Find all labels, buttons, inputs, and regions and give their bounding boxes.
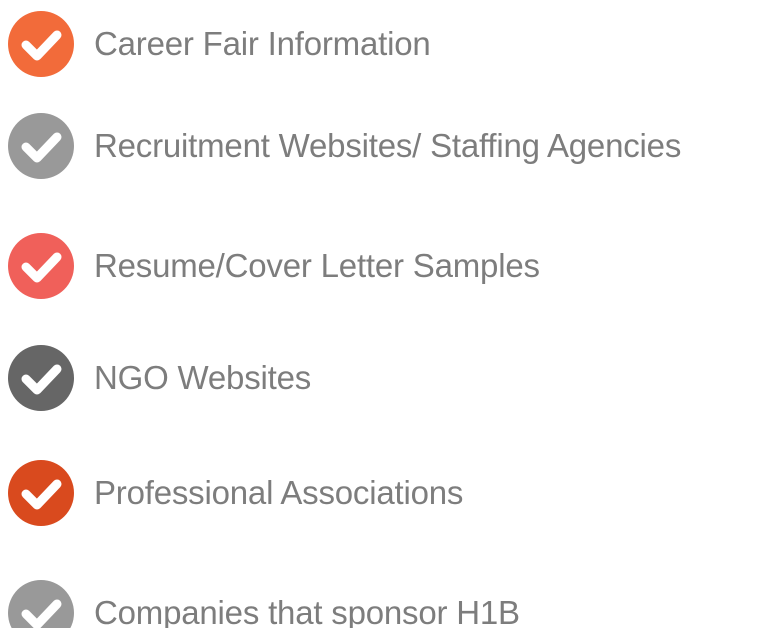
list-item-label: Companies that sponsor H1B [94,594,520,628]
list-item-companies-h1b[interactable]: Companies that sponsor H1B [0,580,769,628]
check-circle-icon [8,345,74,411]
list-item-career-fair-information[interactable]: Career Fair Information [0,11,769,77]
list-item-label: Professional Associations [94,474,464,511]
list-item-label: Career Fair Information [94,25,431,62]
check-circle-icon [8,460,74,526]
resource-link-list: Career Fair Information Recruitment Webs… [0,0,769,628]
list-item-ngo-websites[interactable]: NGO Websites [0,345,769,411]
check-circle-icon [8,11,74,77]
list-item-label: Resume/Cover Letter Samples [94,247,540,284]
list-item-label: Recruitment Websites/ Staffing Agencies [94,127,682,164]
list-item-label: NGO Websites [94,359,312,396]
list-item-recruitment-websites[interactable]: Recruitment Websites/ Staffing Agencies [0,113,769,179]
list-item-professional-associations[interactable]: Professional Associations [0,460,769,526]
check-circle-icon [8,113,74,179]
check-circle-icon [8,580,74,628]
list-item-resume-cover-letter-samples[interactable]: Resume/Cover Letter Samples [0,233,769,299]
check-circle-icon [8,233,74,299]
